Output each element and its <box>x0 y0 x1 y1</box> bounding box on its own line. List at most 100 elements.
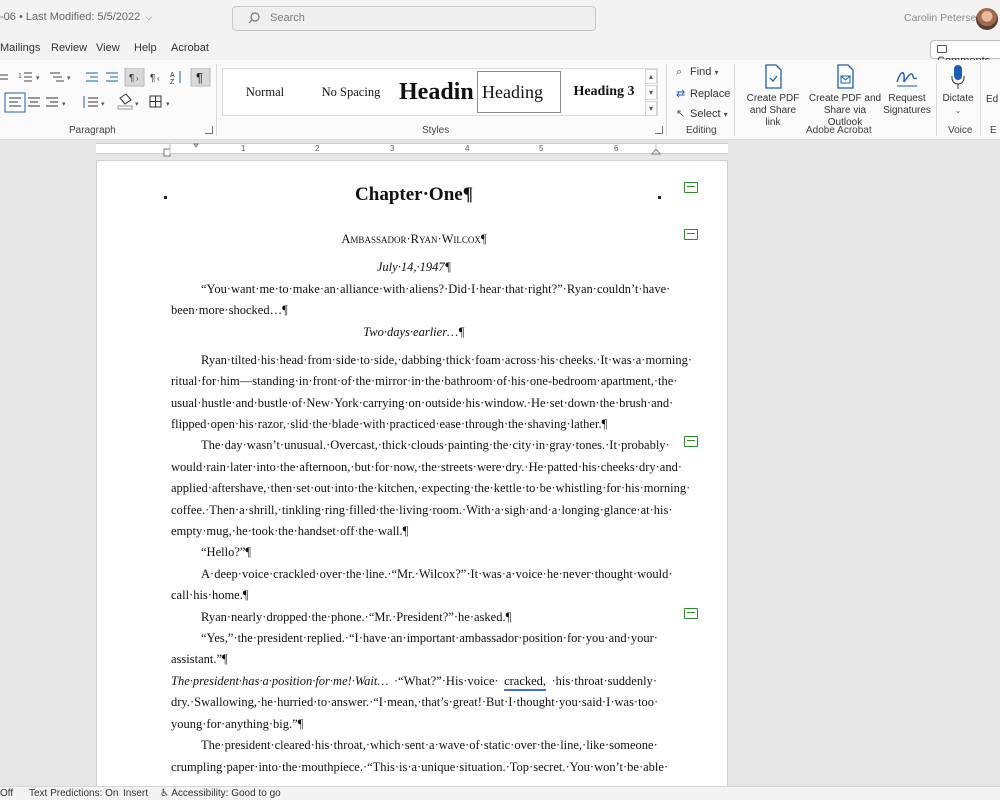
style-heading-1[interactable]: Headin <box>395 69 477 115</box>
tab-view[interactable]: View <box>96 42 120 54</box>
ribbon: 1 ▾ ▾ ¶ › ¶ ‹ AZ ¶ ▾ ▾ ▾ ▾ Paragraph Norma… <box>0 60 1000 140</box>
editor-button-partial[interactable]: Ed <box>986 94 1000 106</box>
sort-icon: AZ <box>170 71 181 86</box>
comment-icon[interactable] <box>684 229 698 240</box>
replace-button[interactable]: ⇄ Replace <box>676 87 730 100</box>
dictate-button[interactable]: Dictate ⌄ <box>940 64 976 117</box>
text-line: call·his·home.¶ <box>171 588 249 602</box>
increase-indent-icon <box>106 72 118 82</box>
search-placeholder: Search <box>270 12 305 24</box>
style-heading-2[interactable]: Heading <box>477 71 561 113</box>
pilcrow-icon: ¶ <box>196 70 203 85</box>
text-line: The·day·wasn’t·unusual.·Overcast,·thick·… <box>201 438 670 452</box>
svg-text:▾: ▾ <box>135 101 139 108</box>
styles-launcher-icon[interactable] <box>655 126 663 134</box>
chapter-heading: Chapter·One¶ <box>355 184 473 205</box>
last-modified: Last Modified: 5/5/2022 <box>25 11 141 23</box>
styles-gallery[interactable]: Normal No Spacing Headin Heading Heading… <box>222 68 658 116</box>
paragraph-launcher-icon[interactable] <box>205 126 213 134</box>
ribbon-tabs: Mailings Review View Help Acrobat <box>0 38 1000 60</box>
find-button[interactable]: ⌕ Find ▾ <box>676 66 718 79</box>
svg-text:Z: Z <box>170 79 175 86</box>
borders-icon <box>149 95 162 108</box>
search-icon: ⌕ <box>676 66 683 78</box>
document-page[interactable]: Chapter·One¶ Ambassador·Ryan·Wilcox¶ Jul… <box>96 160 728 790</box>
microphone-icon <box>951 65 965 89</box>
margin-corner-mark <box>164 196 167 199</box>
comment-icon[interactable] <box>684 436 698 447</box>
styles-group-label: Styles <box>422 125 450 136</box>
replace-icon: ⇄ <box>676 88 686 100</box>
styles-more[interactable]: ▾ <box>645 101 657 116</box>
doc-name-fragment: -06 <box>0 11 16 23</box>
svg-text:▾: ▾ <box>36 75 40 82</box>
tab-review[interactable]: Review <box>51 42 87 54</box>
text-line: flipped·open·his·razor,·slid·the·blade·w… <box>171 417 608 431</box>
select-button[interactable]: ↖ Select ▾ <box>676 107 728 120</box>
comments-button[interactable]: Comments <box>930 40 1000 67</box>
accessibility-status[interactable]: ♿︎ Accessibility: Good to go <box>160 788 281 799</box>
text-line: been·more·shocked…¶ <box>171 303 288 317</box>
date-line: July·14,·1947¶ <box>376 260 452 274</box>
comment-icon <box>937 45 947 53</box>
search-input[interactable]: Search <box>232 6 596 31</box>
horizontal-ruler[interactable]: 1 2 3 4 5 6 <box>0 141 1000 157</box>
pdf-link-icon <box>765 64 782 89</box>
text-predictions-status[interactable]: Text Predictions: On <box>29 788 118 799</box>
create-pdf-share-link-button[interactable]: Create PDF and Share link <box>742 64 804 129</box>
ltr-icon: ¶ › <box>129 73 139 84</box>
text-line: applied·aftershave,·then·set·out·into·th… <box>171 481 691 495</box>
text-line: Two·days·earlier…¶ <box>363 325 465 339</box>
align-center-icon <box>28 97 40 107</box>
text-line: empty·mug,·he·took·the·handset·off·the·w… <box>171 524 409 538</box>
text-line: “Yes,”·the·president·replied.·“I·have·an… <box>201 631 658 645</box>
insert-mode-status[interactable]: Insert <box>123 788 148 799</box>
styles-scroll-up[interactable]: ▴ <box>645 69 657 84</box>
svg-text:▾: ▾ <box>62 101 66 108</box>
grammar-flag[interactable]: cracked, <box>504 674 547 691</box>
svg-text:A: A <box>170 72 175 79</box>
paragraph-group-label: Paragraph <box>69 125 116 136</box>
search-icon <box>248 12 260 24</box>
text-line: Ryan·nearly·dropped·the·phone.·“Mr.·Pres… <box>201 610 512 624</box>
comment-icon[interactable] <box>684 608 698 619</box>
first-line-indent-marker <box>193 143 199 148</box>
numbering-icon: 1 <box>18 72 32 82</box>
document-title[interactable]: -06 • Last Modified: 5/5/2022 ⌵ <box>0 11 152 23</box>
text-line: usual·hustle·and·bustle·of·New·York·carr… <box>171 396 674 410</box>
svg-text:‹: ‹ <box>157 74 160 83</box>
svg-text:›: › <box>136 74 139 83</box>
create-pdf-outlook-button[interactable]: Create PDF and Share via Outlook <box>808 64 882 129</box>
tab-help[interactable]: Help <box>134 42 157 54</box>
title-bar: -06 • Last Modified: 5/5/2022 ⌵ Search C… <box>0 0 1000 38</box>
acrobat-group-label: Adobe Acrobat <box>806 125 872 136</box>
rtl-icon: ¶ ‹ <box>150 73 160 84</box>
text-line: would·rain·later·into·the·afternoon,·but… <box>171 460 682 474</box>
author-line: Ambassador·Ryan·Wilcox¶ <box>341 232 487 246</box>
style-normal[interactable]: Normal <box>223 69 307 115</box>
style-heading-3[interactable]: Heading 3 <box>563 69 645 115</box>
svg-text:▾: ▾ <box>101 101 105 108</box>
chevron-down-icon: ⌵ <box>145 12 153 22</box>
styles-scroll-down[interactable]: ▾ <box>645 85 657 100</box>
bullets-icon <box>0 74 8 80</box>
svg-text:▾: ▾ <box>166 101 170 108</box>
tab-acrobat[interactable]: Acrobat <box>171 42 209 54</box>
svg-text:▾: ▾ <box>67 75 71 82</box>
user-name[interactable]: Carolin Petersen <box>904 12 982 24</box>
cursor-icon: ↖ <box>676 108 686 120</box>
request-signatures-button[interactable]: Request Signatures <box>882 64 932 117</box>
avatar[interactable] <box>976 8 998 30</box>
status-off[interactable]: Off <box>0 788 13 799</box>
tab-mailings[interactable]: Mailings <box>0 42 40 54</box>
text-line: crumpling·paper·into·the·mouthpiece.·“Th… <box>171 760 669 774</box>
style-no-spacing[interactable]: No Spacing <box>307 69 395 115</box>
comment-icon[interactable] <box>684 182 698 193</box>
line-spacing-icon <box>83 96 98 108</box>
text-line: assistant.”¶ <box>171 652 228 666</box>
text-line: coffee.·Then·a·shrill,·tinkling·ring·fil… <box>171 503 673 517</box>
editing-group-label: Editing <box>686 125 717 136</box>
svg-text:¶: ¶ <box>129 73 134 84</box>
voice-group-label: Voice <box>948 125 973 136</box>
text-line: young·for·anything·big.”¶ <box>171 717 304 731</box>
